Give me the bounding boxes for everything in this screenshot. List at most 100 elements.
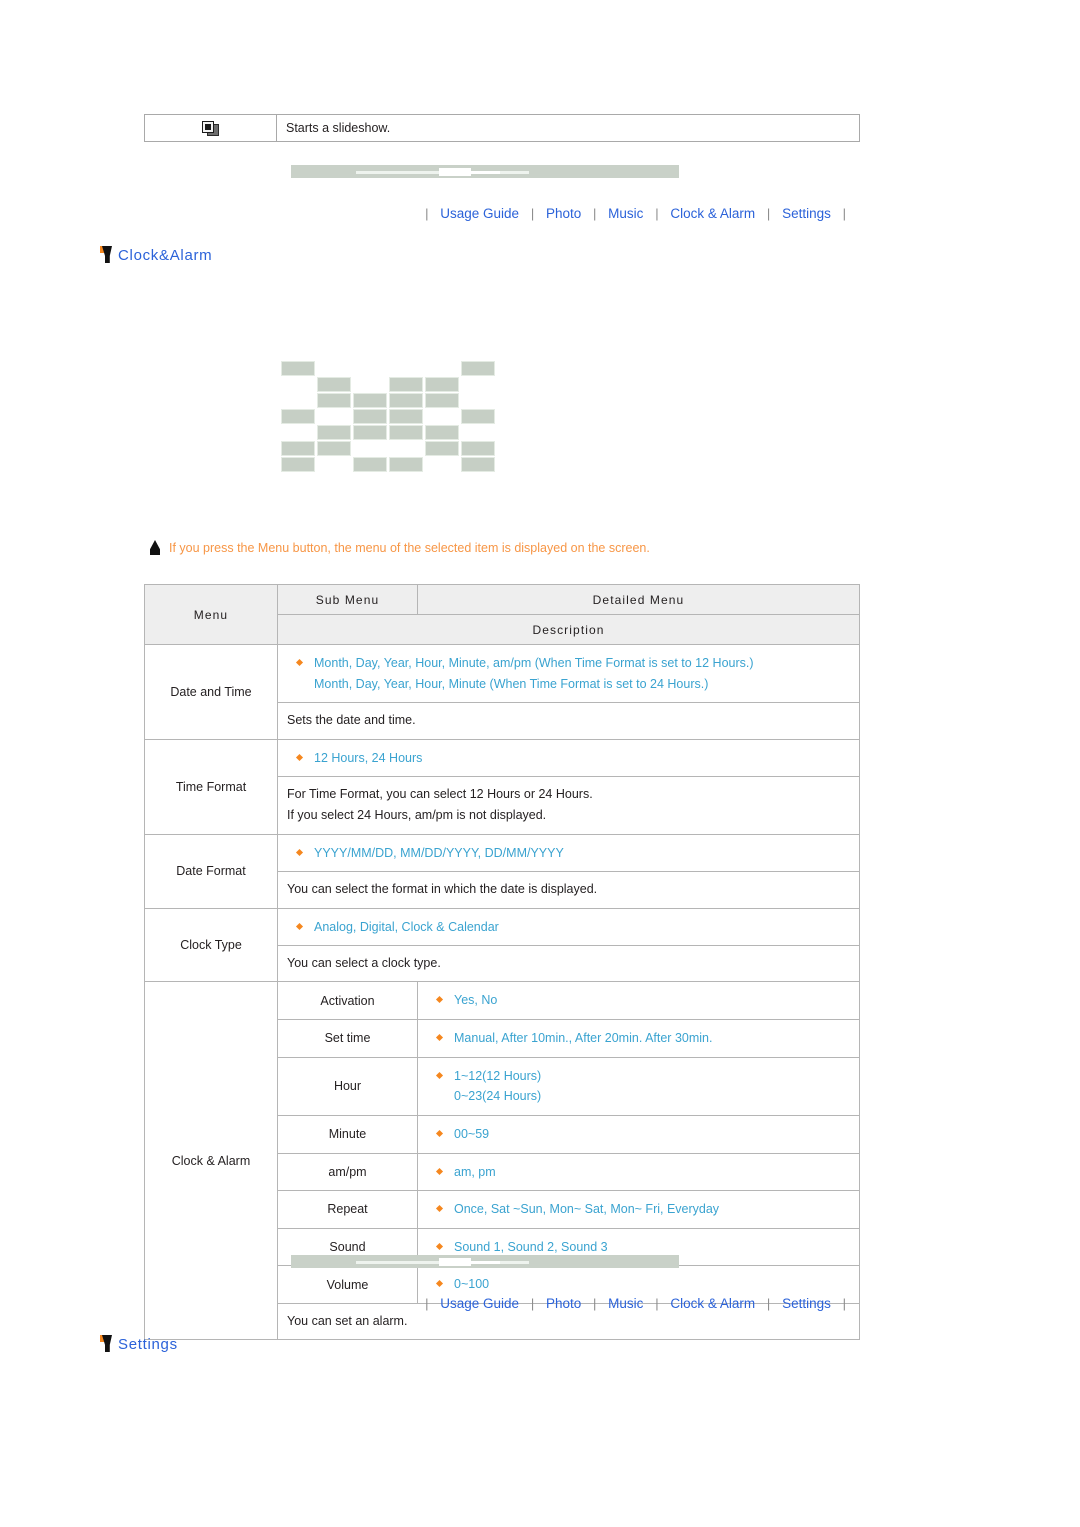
nav-link-settings[interactable]: Settings xyxy=(780,1296,833,1311)
nav-separator: | xyxy=(530,1296,535,1311)
placeholder-tile xyxy=(281,361,315,376)
detail-line: 0~23(24 Hours) xyxy=(454,1089,542,1104)
nav-link-music[interactable]: Music xyxy=(606,1296,645,1311)
divider-bar-bottom xyxy=(291,1255,679,1268)
heading-label: Clock&Alarm xyxy=(118,247,213,264)
sub-menu-cell: Set time xyxy=(277,1019,418,1058)
nav-link-photo[interactable]: Photo xyxy=(544,206,583,221)
detailed-menu-cell: Once, Sat ~Sun, Mon~ Sat, Mon~ Fri, Ever… xyxy=(417,1190,860,1229)
slideshow-description: Starts a slideshow. xyxy=(276,114,860,142)
description-cell: For Time Format, you can select 12 Hours… xyxy=(277,776,860,835)
nav-separator: | xyxy=(842,1296,846,1311)
detailed-menu-cell: Manual, After 10min., After 20min. After… xyxy=(417,1019,860,1058)
table-header-row: Menu Sub Menu Detailed Menu xyxy=(144,584,860,645)
description-line: You can select the format in which the d… xyxy=(287,882,598,897)
menu-name-cell: Date Format xyxy=(144,833,278,909)
detailed-menu-cell: YYYY/MM/DD, MM/DD/YYYY, DD/MM/YYYY xyxy=(277,833,860,873)
slideshow-icon xyxy=(202,120,219,136)
table-row: Clock & Alarm Activation Yes, No xyxy=(144,981,860,1341)
detail-line: Manual, After 10min., After 20min. After… xyxy=(432,1028,859,1049)
placeholder-tile xyxy=(389,457,423,472)
slideshow-icon-cell xyxy=(144,114,277,142)
placeholder-tile xyxy=(317,377,351,392)
nav-separator: | xyxy=(766,1296,771,1311)
placeholder-tile xyxy=(425,441,459,456)
nav-link-clock-alarm[interactable]: Clock & Alarm xyxy=(668,1296,757,1311)
nav-link-usage-guide[interactable]: Usage Guide xyxy=(438,1296,521,1311)
description-cell: Sets the date and time. xyxy=(277,702,860,740)
note-text: If you press the Menu button, the menu o… xyxy=(169,541,650,555)
placeholder-tile xyxy=(281,441,315,456)
detailed-menu-cell: Month, Day, Year, Hour, Minute, am/pm (W… xyxy=(277,643,860,704)
nav-link-photo[interactable]: Photo xyxy=(544,1296,583,1311)
placeholder-tile xyxy=(461,361,495,376)
placeholder-tile xyxy=(425,393,459,408)
nav-separator: | xyxy=(842,206,846,221)
nav-link-settings[interactable]: Settings xyxy=(780,206,833,221)
navigation-bottom: | Usage Guide | Photo | Music | Clock & … xyxy=(140,1296,870,1311)
navigation-top: | Usage Guide | Photo | Music | Clock & … xyxy=(140,206,870,221)
divider-bar-top xyxy=(291,165,679,178)
heading-bullet-icon xyxy=(100,246,113,263)
sub-menu-cell: Repeat xyxy=(277,1190,418,1229)
sub-menu-cell: Hour xyxy=(277,1056,418,1116)
detail-line: 00~59 xyxy=(432,1124,859,1145)
nav-link-usage-guide[interactable]: Usage Guide xyxy=(438,206,521,221)
placeholder-tile xyxy=(353,409,387,424)
detailed-menu-cell: Yes, No xyxy=(417,981,860,1020)
detail-line: am, pm xyxy=(432,1162,859,1183)
nav-separator: | xyxy=(766,206,771,221)
table-row: Time Format 12 Hours, 24 Hours xyxy=(144,738,860,835)
description-cell: You can select a clock type. xyxy=(277,945,860,983)
detail-line: Month, Day, Year, Hour, Minute (When Tim… xyxy=(314,676,709,691)
description-line: Sets the date and time. xyxy=(287,713,416,728)
note-bullet-icon xyxy=(150,540,161,555)
detailed-menu-cell: am, pm xyxy=(417,1152,860,1192)
menu-description-table: Menu Sub Menu Detailed Menu Description … xyxy=(144,584,860,1341)
detail-line: 12 Hours, 24 Hours xyxy=(292,748,859,769)
col-header-description: Description xyxy=(277,614,860,645)
description-line: If you select 24 Hours, am/pm is not dis… xyxy=(287,808,547,823)
placeholder-tile xyxy=(389,409,423,424)
broken-image-placeholder xyxy=(281,361,495,475)
note-line: If you press the Menu button, the menu o… xyxy=(150,540,650,555)
detail-line: Month, Day, Year, Hour, Minute, am/pm (W… xyxy=(292,653,859,674)
placeholder-tile xyxy=(281,409,315,424)
detail-line: YYYY/MM/DD, MM/DD/YYYY, DD/MM/YYYY xyxy=(292,843,859,864)
detailed-menu-cell: 12 Hours, 24 Hours xyxy=(277,738,860,778)
nav-link-clock-alarm[interactable]: Clock & Alarm xyxy=(668,206,757,221)
table-row: Starts a slideshow. xyxy=(144,114,860,142)
detail-line: Once, Sat ~Sun, Mon~ Sat, Mon~ Fri, Ever… xyxy=(432,1199,859,1220)
description-line: You can select a clock type. xyxy=(287,956,441,971)
slideshow-table: Starts a slideshow. xyxy=(144,114,860,142)
nav-separator: | xyxy=(593,1296,597,1311)
placeholder-tile xyxy=(353,393,387,408)
detail-line: Yes, No xyxy=(432,990,859,1011)
placeholder-tile xyxy=(317,425,351,440)
nav-link-music[interactable]: Music xyxy=(606,206,645,221)
placeholder-tile xyxy=(389,393,423,408)
placeholder-tile xyxy=(353,425,387,440)
placeholder-tile xyxy=(425,377,459,392)
detail-line: 0~100 xyxy=(432,1274,859,1295)
col-header-menu: Menu xyxy=(144,584,278,645)
sub-menu-cell: Minute xyxy=(277,1114,418,1154)
nav-separator: | xyxy=(655,206,659,221)
placeholder-tile xyxy=(461,457,495,472)
detailed-menu-cell: 1~12(12 Hours) 0~23(24 Hours) xyxy=(417,1056,860,1116)
placeholder-tile xyxy=(317,441,351,456)
page-title-settings: Settings xyxy=(100,1335,178,1353)
description-line: For Time Format, you can select 12 Hours… xyxy=(287,787,593,802)
placeholder-tile xyxy=(389,425,423,440)
col-header-detailed-menu: Detailed Menu xyxy=(417,584,860,615)
menu-name-cell: Time Format xyxy=(144,738,278,835)
nav-separator: | xyxy=(425,1296,429,1311)
nav-separator: | xyxy=(593,206,597,221)
placeholder-tile xyxy=(461,409,495,424)
placeholder-tile xyxy=(353,457,387,472)
menu-name-cell: Clock Type xyxy=(144,907,278,983)
col-header-sub-menu: Sub Menu xyxy=(277,584,418,615)
placeholder-tile xyxy=(317,393,351,408)
detailed-menu-cell: Analog, Digital, Clock & Calendar xyxy=(277,907,860,947)
heading-bullet-icon xyxy=(100,1335,113,1352)
